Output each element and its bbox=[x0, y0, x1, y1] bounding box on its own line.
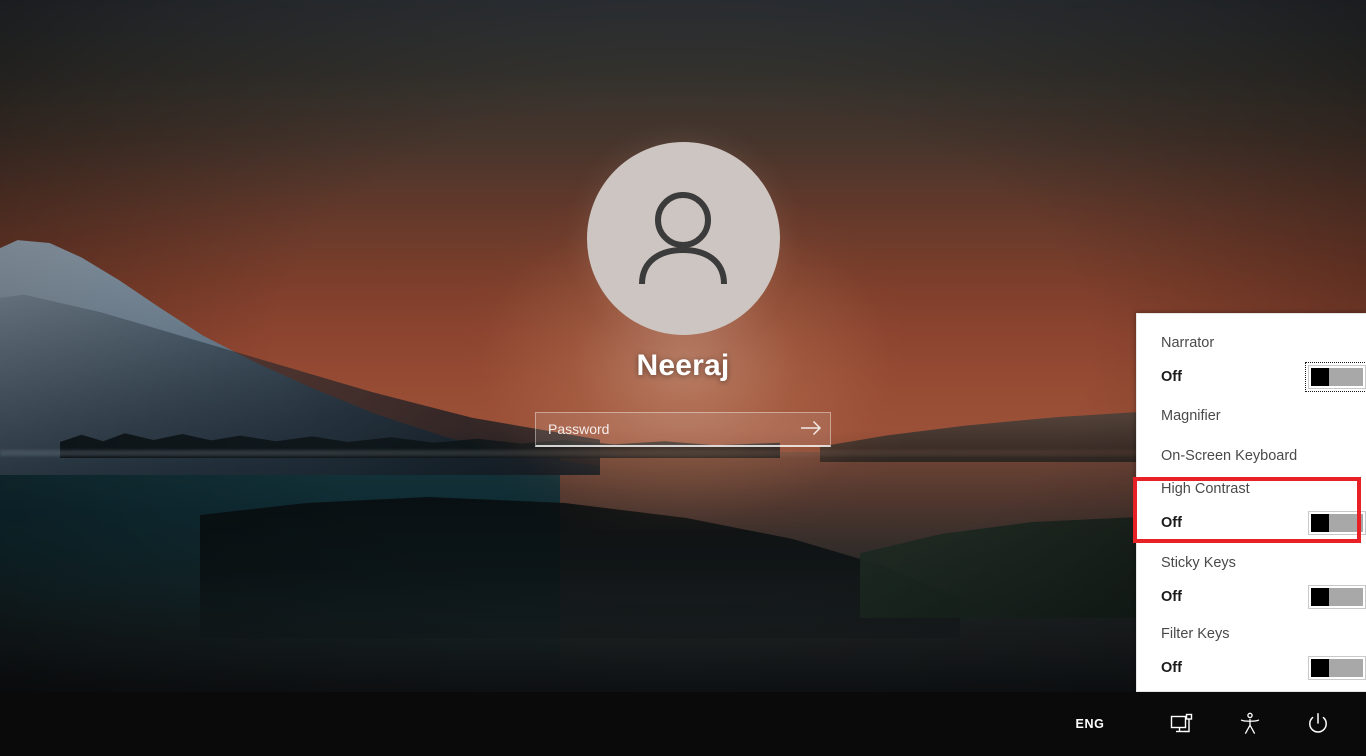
eoa-state-sticky-keys: Off bbox=[1161, 588, 1182, 605]
eoa-state-narrator: Off bbox=[1161, 368, 1182, 385]
eoa-label-magnifier: Magnifier bbox=[1161, 408, 1221, 424]
network-icon bbox=[1170, 713, 1194, 735]
arrow-right-icon bbox=[800, 420, 822, 439]
eoa-label-high-contrast: High Contrast bbox=[1161, 481, 1250, 497]
eoa-state-high-contrast: Off bbox=[1161, 514, 1182, 531]
eoa-toggle-sticky-keys[interactable] bbox=[1305, 582, 1366, 612]
eoa-label-sticky-keys: Sticky Keys bbox=[1161, 555, 1236, 571]
eoa-item-filter-keys[interactable]: Filter Keys Off bbox=[1137, 627, 1366, 683]
eoa-toggle-high-contrast[interactable] bbox=[1305, 508, 1366, 538]
power-button[interactable] bbox=[1296, 702, 1340, 746]
ease-of-access-button[interactable] bbox=[1228, 702, 1272, 746]
eoa-label-narrator: Narrator bbox=[1161, 335, 1215, 351]
ease-of-access-icon bbox=[1238, 712, 1262, 736]
eoa-item-on-screen-keyboard[interactable]: On-Screen Keyboard bbox=[1137, 449, 1366, 464]
lock-screen-taskbar: ENG bbox=[0, 692, 1366, 756]
power-icon bbox=[1306, 712, 1330, 736]
user-avatar-icon bbox=[624, 180, 742, 298]
eoa-item-high-contrast[interactable]: High Contrast Off bbox=[1137, 482, 1366, 538]
ease-of-access-flyout: Narrator Off Magnifier On-Screen Keyboar… bbox=[1136, 313, 1366, 692]
password-submit-button[interactable] bbox=[792, 413, 830, 446]
eoa-item-narrator[interactable]: Narrator Off bbox=[1137, 336, 1366, 392]
eoa-state-filter-keys: Off bbox=[1161, 659, 1182, 676]
eoa-toggle-narrator[interactable] bbox=[1305, 361, 1366, 392]
network-button[interactable] bbox=[1160, 702, 1204, 746]
lock-screen: Neeraj Narrator Off Magnifier On-Screen … bbox=[0, 0, 1366, 756]
eoa-label-on-screen-keyboard: On-Screen Keyboard bbox=[1161, 448, 1298, 464]
password-input[interactable] bbox=[536, 413, 792, 445]
avatar bbox=[586, 142, 780, 335]
password-field-wrapper[interactable] bbox=[535, 412, 831, 447]
language-indicator[interactable]: ENG bbox=[1068, 702, 1112, 746]
eoa-toggle-filter-keys[interactable] bbox=[1305, 653, 1366, 683]
eoa-item-sticky-keys[interactable]: Sticky Keys Off bbox=[1137, 556, 1366, 612]
user-name: Neeraj bbox=[636, 349, 730, 382]
eoa-item-magnifier[interactable]: Magnifier bbox=[1137, 409, 1366, 424]
eoa-label-filter-keys: Filter Keys bbox=[1161, 626, 1230, 642]
